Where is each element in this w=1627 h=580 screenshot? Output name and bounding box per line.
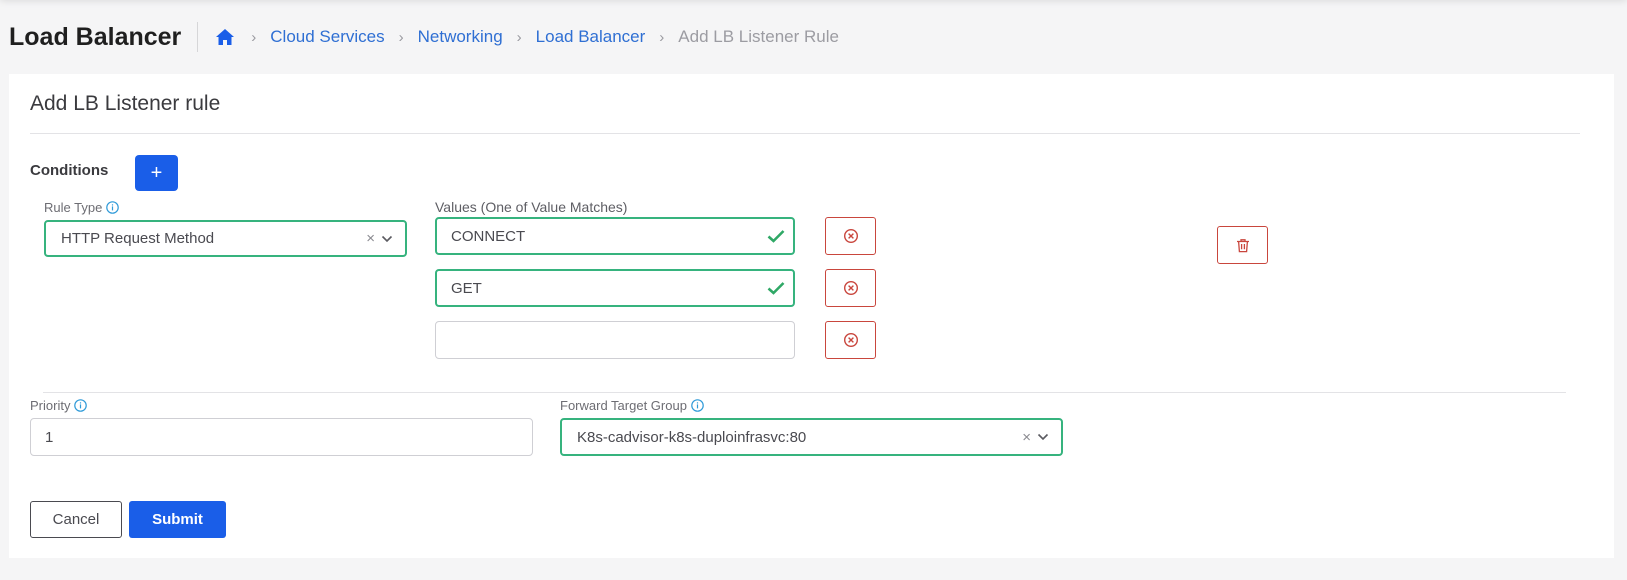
target-group-select[interactable]: K8s-cadvisor-k8s-duploinfrasvc:80 × — [560, 418, 1063, 456]
divider — [30, 133, 1580, 134]
priority-value: 1 — [45, 428, 54, 446]
chevron-right-icon: › — [398, 28, 404, 46]
divider — [43, 392, 1566, 393]
page-title: Load Balancer — [9, 22, 199, 52]
priority-label: Priority — [30, 398, 88, 413]
breadcrumb-link-load-balancer[interactable]: Load Balancer — [536, 27, 646, 47]
target-group-value: K8s-cadvisor-k8s-duploinfrasvc:80 — [577, 428, 807, 446]
form-card: Add LB Listener rule Conditions + Rule T… — [9, 74, 1614, 558]
remove-value-button[interactable] — [825, 321, 876, 359]
info-icon[interactable] — [106, 201, 120, 214]
info-icon[interactable] — [74, 399, 88, 412]
chevron-down-icon[interactable] — [381, 235, 393, 243]
add-condition-button[interactable]: + — [135, 155, 178, 191]
chevron-down-icon[interactable] — [1037, 433, 1049, 441]
top-bar: Load Balancer › Cloud Services › Network… — [0, 0, 1627, 74]
target-group-label-text: Forward Target Group — [560, 398, 687, 413]
home-icon[interactable] — [215, 27, 237, 47]
conditions-label: Conditions — [30, 162, 109, 179]
cancel-button[interactable]: Cancel — [30, 501, 122, 538]
clear-icon[interactable]: × — [366, 230, 375, 247]
remove-circle-icon — [843, 332, 858, 348]
clear-icon[interactable]: × — [1022, 429, 1031, 446]
rule-type-label-text: Rule Type — [44, 200, 103, 215]
remove-value-button[interactable] — [825, 217, 876, 255]
chevron-right-icon: › — [659, 28, 665, 46]
info-icon[interactable] — [691, 399, 704, 412]
trash-icon — [1236, 238, 1249, 252]
value-input[interactable]: GET — [435, 269, 795, 307]
rule-type-label: Rule Type — [44, 200, 120, 215]
remove-value-button[interactable] — [825, 269, 876, 307]
breadcrumb-link-cloud-services[interactable]: Cloud Services — [270, 27, 384, 47]
target-group-label: Forward Target Group — [560, 398, 704, 413]
value-text: CONNECT — [451, 227, 526, 245]
delete-condition-button[interactable] — [1217, 226, 1268, 264]
check-icon — [767, 281, 785, 295]
priority-input[interactable]: 1 — [30, 418, 533, 456]
breadcrumb: › Cloud Services › Networking › Load Bal… — [215, 27, 839, 47]
submit-button[interactable]: Submit — [129, 501, 226, 538]
chevron-right-icon: › — [251, 28, 257, 46]
breadcrumb-current: Add LB Listener Rule — [678, 27, 839, 46]
value-input[interactable]: CONNECT — [435, 217, 795, 255]
rule-type-select[interactable]: HTTP Request Method × — [44, 220, 407, 257]
priority-label-text: Priority — [30, 398, 71, 413]
value-input[interactable] — [435, 321, 795, 359]
check-icon — [767, 229, 785, 243]
breadcrumb-link-networking[interactable]: Networking — [418, 27, 503, 47]
remove-circle-icon — [843, 280, 858, 296]
value-text: GET — [451, 279, 482, 297]
rule-type-value: HTTP Request Method — [61, 230, 215, 247]
form-title: Add LB Listener rule — [30, 92, 221, 115]
remove-circle-icon — [843, 228, 858, 244]
chevron-right-icon: › — [516, 28, 522, 46]
values-label: Values (One of Value Matches) — [435, 199, 628, 215]
